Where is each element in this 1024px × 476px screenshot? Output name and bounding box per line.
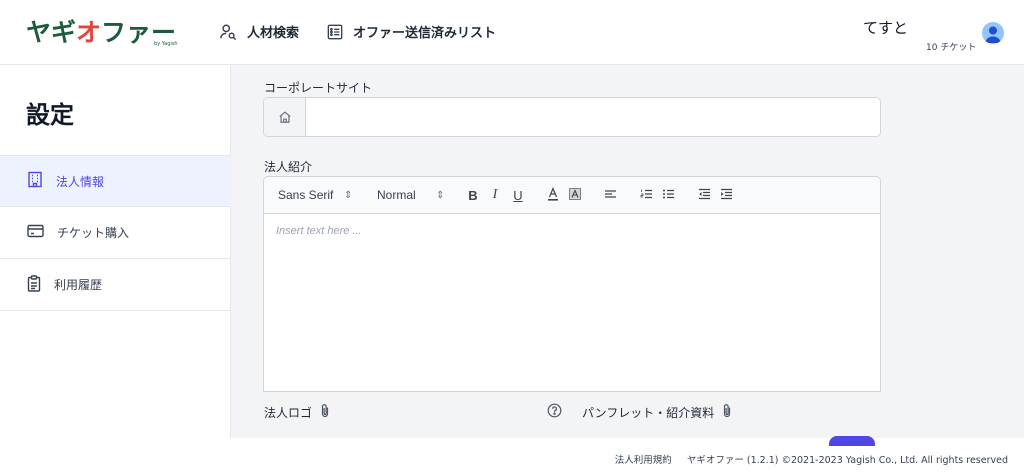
terms-link[interactable]: 法人利用規約 [615,455,672,466]
paperclip-icon [722,403,732,421]
ordered-list-icon [640,188,653,203]
nav-offer-sent-list-label: オファー送信済みリスト [353,26,497,41]
header: ヤギオファー by Yagish 人材検索 オファー送信済みリスト てすと 10… [0,0,1024,65]
logo[interactable]: ヤギオファー by Yagish [26,18,178,48]
credit-card-icon [27,224,44,241]
editor-placeholder: Insert text here ... [276,225,362,237]
pamphlet-upload[interactable]: パンフレット・紹介資料 [547,403,732,421]
bullet-list-icon [662,188,675,203]
italic-button[interactable]: I [487,187,503,203]
avatar[interactable] [982,22,1004,44]
rich-text-toolbar: Sans Serif ⇕ Normal ⇕ B I U [263,176,881,214]
select-arrows-icon: ⇕ [436,189,445,201]
underline-icon: U [513,187,523,203]
paperclip-icon [320,403,330,421]
bold-icon: B [468,187,478,203]
sidebar-item-ticket-purchase[interactable]: チケット購入 [0,207,231,259]
clipboard-icon [27,274,41,295]
corporate-intro-label: 法人紹介 [264,160,313,174]
home-icon [264,98,306,136]
nav-person-search[interactable]: 人材検索 [219,22,299,41]
question-icon[interactable] [547,403,562,421]
bullet-list-button[interactable] [660,187,676,203]
logo-upload-label: 法人ロゴ [264,405,313,420]
logo-part2: オ [76,18,102,47]
italic-icon: I [492,187,498,202]
logo-sub: by Yagish [154,41,178,47]
corporate-site-input[interactable] [306,98,880,136]
footer-text: 法人利用規約 ヤギオファー (1.2.1) ©2021-2023 Yagish … [615,452,1008,466]
sidebar: 設定 法人情報 チケット購入 利用履歴 [0,65,231,438]
nav-person-search-label: 人材検索 [247,26,300,41]
sidebar-item-label: 法人情報 [56,174,105,189]
sidebar-item-label: 利用履歴 [54,278,103,292]
ticket-count: 10 チケット [926,43,977,53]
pamphlet-upload-label: パンフレット・紹介資料 [582,405,715,420]
logo-upload[interactable]: 法人ロゴ [264,403,330,421]
indent-button[interactable] [718,187,734,203]
user-name[interactable]: てすと [863,17,908,38]
font-size-select[interactable]: Normal ⇕ [377,188,444,202]
person-search-icon [219,23,237,41]
list-icon [327,24,343,40]
text-color-icon [547,186,559,204]
bold-button[interactable]: B [465,187,481,203]
sidebar-item-usage-history[interactable]: 利用履歴 [0,259,231,311]
font-family-select[interactable]: Sans Serif ⇕ [278,188,352,202]
background-color-button[interactable] [567,187,583,203]
ordered-list-button[interactable] [638,187,654,203]
outdent-icon [698,188,711,203]
nav-offer-sent-list[interactable]: オファー送信済みリスト [327,22,496,41]
sidebar-item-label: チケット購入 [57,226,130,240]
background-color-icon [569,187,581,203]
align-button[interactable] [602,187,618,203]
select-arrows-icon: ⇕ [344,189,353,201]
align-left-icon [604,188,617,203]
copyright: ヤギオファー (1.2.1) ©2021-2023 Yagish Co., Lt… [686,455,1008,466]
font-family-value: Sans Serif [278,188,334,202]
sidebar-item-corporate-info[interactable]: 法人情報 [0,155,231,207]
corporate-site-label: コーポレートサイト [264,81,373,95]
page-title: 設定 [26,101,74,129]
text-color-button[interactable] [545,186,561,204]
underline-button[interactable]: U [510,187,526,203]
logo-part1: ヤギ [26,18,77,47]
save-button[interactable] [829,436,875,446]
corporate-site-field [263,97,881,137]
corporate-intro-editor[interactable]: Insert text here ... [263,214,881,392]
indent-icon [720,188,733,203]
building-icon [27,171,43,191]
outdent-button[interactable] [696,187,712,203]
font-size-value: Normal [377,188,416,202]
